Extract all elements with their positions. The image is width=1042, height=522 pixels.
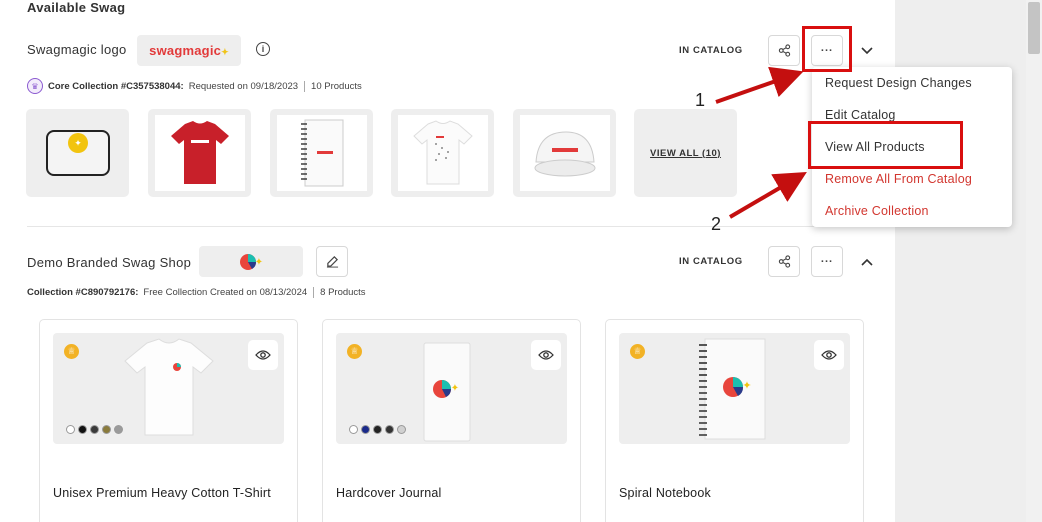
arrow-step-2 — [728, 171, 807, 219]
step-number-2: 2 — [711, 214, 722, 234]
annotation-arrows — [715, 66, 807, 219]
step-number-1: 1 — [695, 90, 706, 110]
arrow-step-1 — [715, 66, 804, 104]
